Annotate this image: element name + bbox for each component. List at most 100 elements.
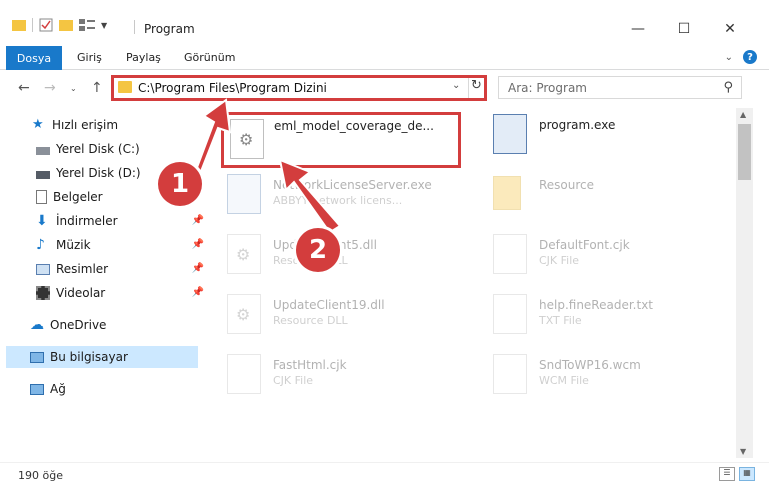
tab-share[interactable]: Paylaş xyxy=(126,51,161,64)
pin-icon[interactable]: 📌 xyxy=(192,239,204,250)
file-name: UpdateClient19.dll xyxy=(273,298,385,312)
tab-file[interactable]: Dosya xyxy=(6,46,62,70)
arrow-right-icon: → xyxy=(44,80,56,96)
details-view-icon[interactable]: ☰ xyxy=(719,467,735,481)
file-name: NetworkLicenseServer.exe xyxy=(273,178,432,192)
refresh-button[interactable]: ↻ xyxy=(468,78,484,98)
chevron-down-icon: ⌄ xyxy=(70,84,77,93)
file-item[interactable]: DefaultFont.cjk CJK File xyxy=(471,228,711,284)
file-icon xyxy=(493,354,527,394)
up-button[interactable]: ↑ xyxy=(91,80,103,96)
sidebar-item-downloads[interactable]: ⬇ İndirmeler 📌 xyxy=(36,210,210,232)
download-icon: ⬇ xyxy=(36,213,48,229)
file-name: DefaultFont.cjk xyxy=(539,238,630,252)
file-item[interactable]: SndToWP16.wcm WCM File xyxy=(471,348,711,404)
cloud-icon: ☁ xyxy=(30,317,44,333)
sidebar-item-label: Yerel Disk (D:) xyxy=(56,166,141,180)
highlighted-file-item[interactable]: ⚙ eml_model_coverage_de... xyxy=(221,112,461,168)
vertical-scrollbar[interactable]: ▲ ▼ xyxy=(736,108,753,458)
file-item[interactable]: help.fineReader.txt TXT File xyxy=(471,288,711,344)
dll-file-icon: ⚙ xyxy=(230,119,264,159)
sidebar-item-label: Müzik xyxy=(56,238,91,252)
sidebar-item-network[interactable]: Ağ xyxy=(30,378,204,400)
drive-icon xyxy=(36,170,50,179)
sidebar-item-pictures[interactable]: Resimler 📌 xyxy=(36,258,210,280)
file-type: WCM File xyxy=(539,374,589,387)
file-item[interactable]: UpdateClient19.dll Resource DLL xyxy=(205,288,445,344)
help-icon[interactable]: ? xyxy=(743,50,757,64)
search-placeholder: Ara: Program xyxy=(508,81,587,95)
expand-ribbon-icon[interactable]: ⌄ xyxy=(725,52,733,63)
pin-icon[interactable]: 📌 xyxy=(192,215,204,226)
file-name: eml_model_coverage_de... xyxy=(274,119,434,133)
scroll-down-icon[interactable]: ▼ xyxy=(740,447,746,456)
sidebar-item-label: Resimler xyxy=(56,262,109,276)
dll-file-icon xyxy=(227,234,261,274)
tab-home[interactable]: Giriş xyxy=(77,51,102,64)
folder-icon xyxy=(493,176,521,210)
sidebar-item-label: OneDrive xyxy=(50,318,107,332)
item-count: 190 öğe xyxy=(18,469,63,482)
navigation-pane: ★ Hızlı erişim Yerel Disk (C:) Yerel Dis… xyxy=(0,108,204,458)
sidebar-item-onedrive[interactable]: ☁ OneDrive xyxy=(30,314,204,336)
forward-button[interactable]: → xyxy=(44,80,56,96)
sidebar-item-label: Yerel Disk (C:) xyxy=(56,142,140,156)
sidebar-item-videos[interactable]: Videolar 📌 xyxy=(36,282,210,304)
file-icon xyxy=(493,114,527,154)
minimize-button[interactable]: — xyxy=(615,14,661,44)
sidebar-item-label: Belgeler xyxy=(53,190,103,204)
tiles-view-icon[interactable]: ▦ xyxy=(739,467,755,481)
properties-icon[interactable] xyxy=(39,18,53,32)
music-icon: ♪ xyxy=(36,237,45,253)
file-name: SndToWP16.wcm xyxy=(539,358,641,372)
sidebar-item-quick-access[interactable]: ★ Hızlı erişim xyxy=(32,114,206,136)
view-buttons: ☰ ▦ xyxy=(719,467,755,481)
ribbon: Dosya Giriş Paylaş Görünüm ⌄ ? xyxy=(0,44,769,70)
sidebar-item-local-disk-c[interactable]: Yerel Disk (C:) xyxy=(36,138,210,160)
chevron-down-icon[interactable]: ▼ xyxy=(101,21,107,30)
sidebar-item-label: Videolar xyxy=(56,286,106,300)
callout-badge-1: 1 xyxy=(158,162,202,206)
ribbon-controls: ⌄ ? xyxy=(725,50,757,64)
maximize-button[interactable]: ☐ xyxy=(661,14,707,44)
sidebar-item-music[interactable]: ♪ Müzik 📌 xyxy=(36,234,210,256)
close-button[interactable]: ✕ xyxy=(707,14,753,44)
file-item[interactable]: program.exe xyxy=(471,108,711,164)
file-icon xyxy=(493,294,527,334)
back-button[interactable]: ← xyxy=(18,80,30,96)
search-icon[interactable]: ⚲ xyxy=(723,80,733,95)
file-name: program.exe xyxy=(539,118,616,132)
search-box[interactable]: Ara: Program ⚲ xyxy=(498,76,742,99)
folder-icon xyxy=(118,81,132,93)
address-path[interactable]: C:\Program Files\Program Dizini xyxy=(138,81,327,95)
scroll-up-icon[interactable]: ▲ xyxy=(740,110,746,119)
file-type: TXT File xyxy=(539,314,582,327)
network-icon xyxy=(30,383,44,395)
new-folder-icon[interactable] xyxy=(59,19,73,31)
file-item[interactable]: FastHtml.cjk CJK File xyxy=(205,348,445,404)
sidebar-item-this-pc[interactable]: Bu bilgisayar xyxy=(6,346,198,368)
address-bar[interactable]: C:\Program Files\Program Dizini ⌄ ↻ xyxy=(111,75,487,101)
computer-icon xyxy=(30,351,44,363)
file-item[interactable]: Resource xyxy=(471,168,711,224)
file-icon xyxy=(227,354,261,394)
sidebar-item-label: Hızlı erişim xyxy=(52,118,119,132)
file-item[interactable]: NetworkLicenseServer.exe ABBYY network l… xyxy=(205,168,445,224)
video-icon xyxy=(36,286,50,300)
chevron-down-icon[interactable]: ⌄ xyxy=(452,80,460,91)
recent-locations-button[interactable]: ⌄ xyxy=(70,84,77,93)
file-type: Resource DLL xyxy=(273,314,348,327)
pin-icon[interactable]: 📌 xyxy=(192,287,204,298)
scroll-thumb[interactable] xyxy=(738,124,751,180)
drive-icon xyxy=(36,146,50,155)
maximize-icon: ☐ xyxy=(677,21,691,37)
file-name: FastHtml.cjk xyxy=(273,358,347,372)
file-icon xyxy=(493,234,527,274)
documents-icon xyxy=(36,190,47,204)
window-title: Program xyxy=(144,22,195,36)
tab-view[interactable]: Görünüm xyxy=(184,51,235,64)
pin-icon[interactable]: 📌 xyxy=(192,263,204,274)
view-options-icon[interactable] xyxy=(79,19,95,31)
sidebar-item-label: İndirmeler xyxy=(56,214,118,228)
separator xyxy=(134,20,135,34)
